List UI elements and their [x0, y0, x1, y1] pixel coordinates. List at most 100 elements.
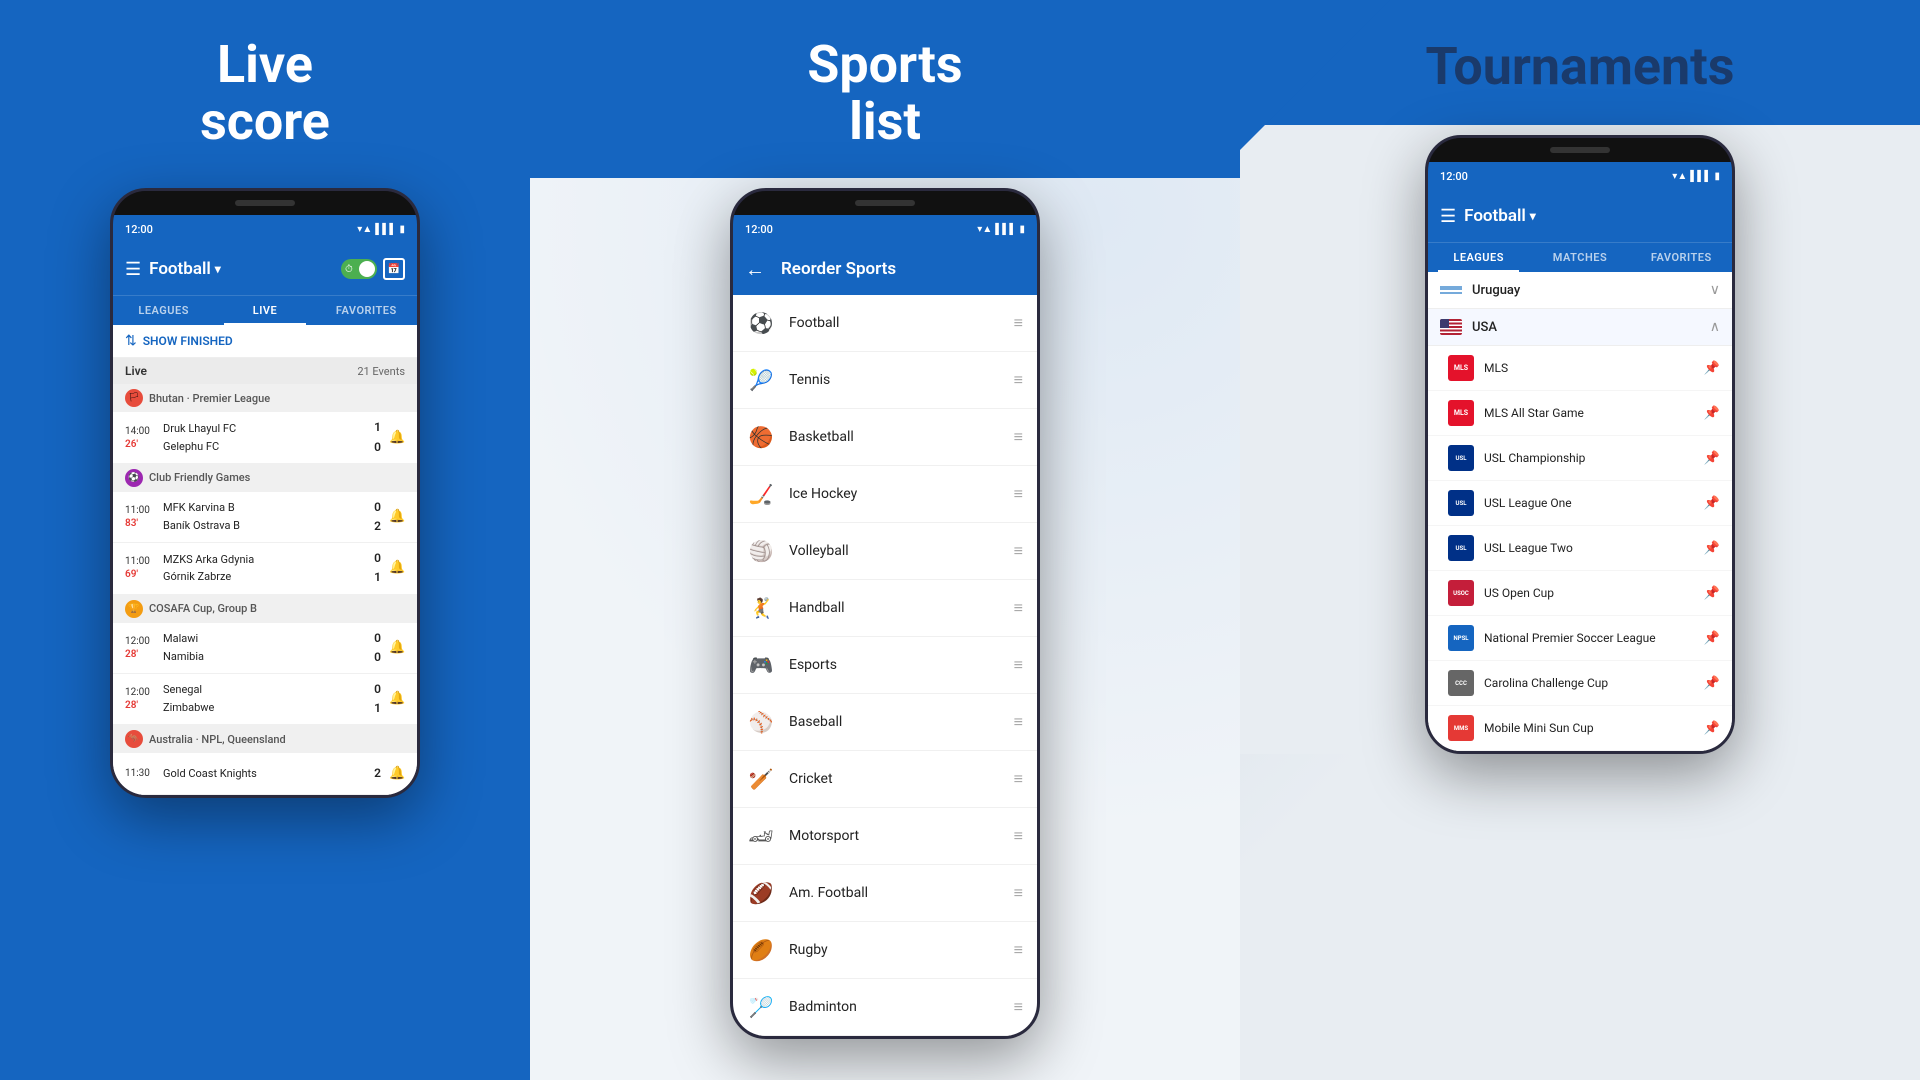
tab-leagues-1[interactable]: LEAGUES: [113, 296, 214, 325]
sport-row-amfootball[interactable]: 🏈 Am. Football ≡: [733, 865, 1037, 922]
reorder-handle[interactable]: ≡: [1014, 997, 1023, 1017]
league-row-ccc[interactable]: CCC Carolina Challenge Cup 📌: [1428, 661, 1732, 706]
reorder-handle[interactable]: ≡: [1014, 655, 1023, 675]
match-time: 11:00 83': [125, 504, 157, 530]
section3-header: Tournaments: [1240, 0, 1920, 125]
volleyball-icon: 🏐: [747, 537, 775, 565]
app-bar-title-1: Football ▾: [149, 259, 333, 279]
country-name-usa: USA: [1472, 320, 1710, 335]
show-finished-btn[interactable]: ⇅ SHOW FINISHED: [113, 325, 417, 358]
match-row[interactable]: 11:00 83' MFK Karvina B Baník Ostrava B …: [113, 492, 417, 543]
tab-leagues-3[interactable]: LEAGUES: [1428, 243, 1529, 272]
dropdown-arrow-1[interactable]: ▾: [215, 262, 221, 276]
reorder-handle[interactable]: ≡: [1014, 313, 1023, 333]
bell-icon[interactable]: 🔔: [389, 766, 405, 782]
signal-icon-3: ▌▌▌: [1690, 171, 1711, 182]
back-arrow[interactable]: ←: [745, 257, 765, 282]
league-row-npsl[interactable]: NPSL National Premier Soccer League 📌: [1428, 616, 1732, 661]
reorder-handle[interactable]: ≡: [1014, 427, 1023, 447]
sport-row-esports[interactable]: 🎮 Esports ≡: [733, 637, 1037, 694]
phone-frame-3: 12:00 ▾▲ ▌▌▌ ▮ ☰ Football ▾: [1425, 135, 1735, 754]
league-row-uslc[interactable]: USL USL Championship 📌: [1428, 436, 1732, 481]
sport-row-motorsport[interactable]: 🏎 Motorsport ≡: [733, 808, 1037, 865]
sport-row-rugby[interactable]: 🏉 Rugby ≡: [733, 922, 1037, 979]
match-time: 12:00 28': [125, 686, 157, 712]
team-name: Malawi: [163, 630, 368, 648]
bell-icon[interactable]: 🔔: [389, 560, 405, 576]
match-teams: Druk Lhayul FC Gelephu FC: [157, 420, 374, 455]
sport-row-badminton[interactable]: 🏸 Badminton ≡: [733, 979, 1037, 1036]
sport-row-baseball[interactable]: ⚾ Baseball ≡: [733, 694, 1037, 751]
pin-icon-mlsasg[interactable]: 📌: [1704, 406, 1720, 421]
bell-icon[interactable]: 🔔: [389, 430, 405, 446]
league-row-mlsasg[interactable]: MLS MLS All Star Game 📌: [1428, 391, 1732, 436]
reorder-handle[interactable]: ≡: [1014, 712, 1023, 732]
tab-live-1[interactable]: LIVE: [214, 296, 315, 325]
bell-icon[interactable]: 🔔: [389, 691, 405, 707]
sport-row-tennis[interactable]: 🎾 Tennis ≡: [733, 352, 1037, 409]
sport-row-icehockey[interactable]: 🏒 Ice Hockey ≡: [733, 466, 1037, 523]
pin-icon-usoc[interactable]: 📌: [1704, 586, 1720, 601]
bell-icon[interactable]: 🔔: [389, 509, 405, 525]
league-row-usl1[interactable]: USL USL League One 📌: [1428, 481, 1732, 526]
team-name: Górnik Zabrze: [163, 568, 368, 586]
sport-row-handball[interactable]: 🤾 Handball ≡: [733, 580, 1037, 637]
tab-favorites-1[interactable]: FAVORITES: [316, 296, 417, 325]
league-row-mms[interactable]: MMS Mobile Mini Sun Cup 📌: [1428, 706, 1732, 751]
sport-row-football[interactable]: ⚽ Football ≡: [733, 295, 1037, 352]
reorder-handle[interactable]: ≡: [1014, 370, 1023, 390]
hamburger-icon-1[interactable]: ☰: [125, 259, 141, 280]
pin-icon-ccc[interactable]: 📌: [1704, 676, 1720, 691]
sport-name-amfootball: Am. Football: [789, 885, 1000, 901]
reorder-handle[interactable]: ≡: [1014, 826, 1023, 846]
reorder-handle[interactable]: ≡: [1014, 940, 1023, 960]
calendar-icon-1[interactable]: 📅: [383, 258, 405, 280]
tab-favorites-3[interactable]: FAVORITES: [1631, 243, 1732, 272]
app-bar-icons-1: ⏱ 📅: [341, 258, 405, 280]
hamburger-icon-3[interactable]: ☰: [1440, 206, 1456, 227]
league-name-mlsasg: MLS All Star Game: [1484, 406, 1704, 420]
country-usa[interactable]: USA ∧: [1428, 309, 1732, 346]
tab-matches-3[interactable]: MATCHES: [1529, 243, 1630, 272]
reorder-handle[interactable]: ≡: [1014, 883, 1023, 903]
country-uruguay[interactable]: Uruguay ∨: [1428, 272, 1732, 309]
live-label: Live: [125, 364, 147, 378]
dropdown-arrow-3[interactable]: ▾: [1530, 209, 1536, 223]
match-row[interactable]: 14:00 26' Druk Lhayul FC Gelephu FC 1 0 …: [113, 412, 417, 463]
match-row[interactable]: 12:00 28' Malawi Namibia 0 0 🔔: [113, 623, 417, 674]
sport-row-volleyball[interactable]: 🏐 Volleyball ≡: [733, 523, 1037, 580]
league-row-usl2[interactable]: USL USL League Two 📌: [1428, 526, 1732, 571]
pin-icon-npsl[interactable]: 📌: [1704, 631, 1720, 646]
live-toggle[interactable]: ⏱: [341, 259, 377, 279]
match-row[interactable]: 11:30 Gold Coast Knights 2 🔔: [113, 753, 417, 795]
sport-row-cricket[interactable]: 🏏 Cricket ≡: [733, 751, 1037, 808]
tabs-3: LEAGUES MATCHES FAVORITES: [1428, 242, 1732, 272]
sport-name-esports: Esports: [789, 657, 1000, 673]
league-logo-npsl: NPSL: [1448, 625, 1474, 651]
league-name-usoc: US Open Cup: [1484, 586, 1704, 600]
match-row[interactable]: 12:00 28' Senegal Zimbabwe 0 1 🔔: [113, 674, 417, 725]
league-row-mls[interactable]: MLS MLS 📌: [1428, 346, 1732, 391]
pin-icon-usl1[interactable]: 📌: [1704, 496, 1720, 511]
notch-bar: [235, 200, 295, 206]
reorder-handle[interactable]: ≡: [1014, 541, 1023, 561]
sport-row-basketball[interactable]: 🏀 Basketball ≡: [733, 409, 1037, 466]
app-bar-title-3: Football ▾: [1464, 206, 1720, 226]
pin-icon-usl2[interactable]: 📌: [1704, 541, 1720, 556]
sport-name-badminton: Badminton: [789, 999, 1000, 1015]
sport-name-baseball: Baseball: [789, 714, 1000, 730]
status-time-2: 12:00: [745, 223, 773, 236]
score: 1: [374, 568, 381, 587]
pin-icon-mms[interactable]: 📌: [1704, 721, 1720, 736]
flag-uruguay: [1440, 282, 1462, 298]
reorder-handle[interactable]: ≡: [1014, 769, 1023, 789]
bell-icon[interactable]: 🔔: [389, 640, 405, 656]
reorder-handle[interactable]: ≡: [1014, 598, 1023, 618]
phone-frame-1: 12:00 ▾▲ ▌▌▌ ▮ ☰ Football ▾: [110, 188, 420, 798]
pin-icon-mls[interactable]: 📌: [1704, 361, 1720, 376]
pin-icon-uslc[interactable]: 📌: [1704, 451, 1720, 466]
reorder-handle[interactable]: ≡: [1014, 484, 1023, 504]
match-row[interactable]: 11:00 69' MZKS Arka Gdynia Górnik Zabrze…: [113, 543, 417, 594]
score: 0: [374, 648, 381, 667]
league-row-usoc[interactable]: USOC US Open Cup 📌: [1428, 571, 1732, 616]
